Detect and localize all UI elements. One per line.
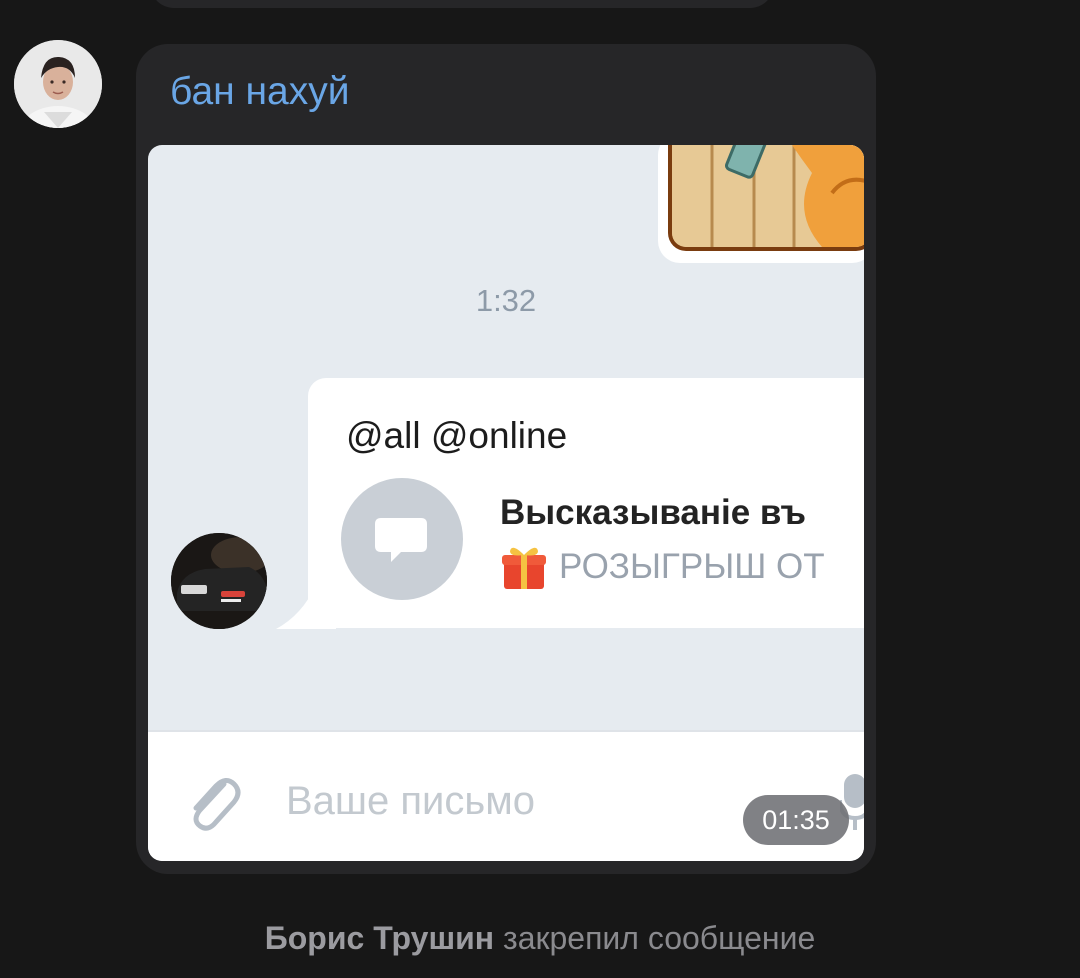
sticker-drawing xyxy=(672,145,864,247)
attachment-title: Высказываніе въ xyxy=(500,493,807,532)
chat-screen: бан нахуй 1:32 @all @online Высказываніе… xyxy=(0,0,1080,978)
paperclip-icon[interactable] xyxy=(184,770,242,832)
message-input[interactable] xyxy=(284,776,708,826)
service-actor[interactable]: Борис Трушин xyxy=(265,920,494,956)
person-avatar-image xyxy=(14,40,102,128)
pinned-service-message: Борис Трушин закрепил сообщение xyxy=(0,920,1080,957)
sticker-message xyxy=(658,145,864,263)
embedded-screenshot[interactable]: 1:32 @all @online Высказываніе въ РОЗЫГР… xyxy=(148,145,864,861)
video-duration-badge: 01:35 xyxy=(743,795,849,845)
previous-message-bubble[interactable] xyxy=(150,0,774,8)
time-divider: 1:32 xyxy=(475,283,537,318)
service-action: закрепил сообщение xyxy=(503,920,816,956)
comment-icon xyxy=(375,518,427,562)
forwarder-avatar[interactable] xyxy=(171,533,267,629)
message-text: бан нахуй xyxy=(170,70,350,113)
car-avatar-image xyxy=(171,533,267,629)
mentions-text: @all @online xyxy=(346,415,568,456)
attachment-subtitle: РОЗЫГРЫШ ОТ xyxy=(559,547,825,586)
gift-icon xyxy=(502,547,546,589)
sender-avatar[interactable] xyxy=(14,40,102,128)
sticker-image xyxy=(668,145,864,251)
attachment-thumbnail[interactable] xyxy=(341,478,463,600)
